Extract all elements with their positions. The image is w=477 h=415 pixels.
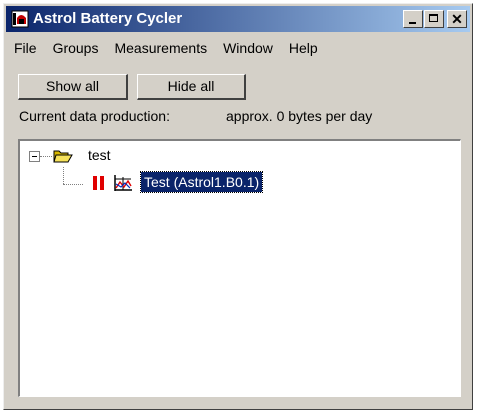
collapse-icon[interactable] bbox=[29, 151, 40, 162]
title-bar[interactable]: Astrol Battery Cycler ✕ bbox=[6, 6, 470, 32]
maximize-button[interactable] bbox=[424, 10, 444, 28]
hide-all-button[interactable]: Hide all bbox=[137, 74, 246, 100]
data-production-value: approx. 0 bytes per day bbox=[226, 108, 373, 124]
close-icon: ✕ bbox=[451, 11, 463, 27]
tree-connector bbox=[63, 184, 83, 185]
minimize-icon bbox=[409, 22, 416, 24]
title-buttons: ✕ bbox=[402, 10, 467, 28]
measurement-tree[interactable]: test Test (Astrol1.B0.1) bbox=[18, 139, 461, 397]
chart-icon bbox=[114, 175, 132, 191]
open-folder-icon bbox=[53, 150, 73, 163]
menu-help[interactable]: Help bbox=[281, 40, 326, 56]
pause-icon[interactable] bbox=[92, 175, 106, 191]
window-title: Astrol Battery Cycler bbox=[33, 10, 183, 27]
maximize-icon bbox=[429, 14, 438, 22]
tree-node-measurement[interactable]: Test (Astrol1.B0.1) bbox=[139, 171, 264, 193]
minimize-button[interactable] bbox=[403, 10, 423, 28]
tree-connector bbox=[40, 156, 52, 157]
main-window: Astrol Battery Cycler ✕ File Groups Meas… bbox=[3, 3, 473, 410]
menu-measurements[interactable]: Measurements bbox=[106, 40, 215, 56]
battery-app-icon[interactable] bbox=[11, 10, 29, 28]
tree-node-group[interactable]: test bbox=[88, 147, 111, 163]
tree-connector bbox=[63, 167, 64, 184]
menu-bar: File Groups Measurements Window Help bbox=[6, 36, 470, 60]
close-button[interactable]: ✕ bbox=[447, 10, 467, 28]
data-production-label: Current data production: bbox=[19, 108, 170, 124]
menu-window[interactable]: Window bbox=[215, 40, 281, 56]
menu-file[interactable]: File bbox=[6, 40, 45, 56]
show-all-button[interactable]: Show all bbox=[18, 74, 128, 100]
menu-groups[interactable]: Groups bbox=[45, 40, 107, 56]
